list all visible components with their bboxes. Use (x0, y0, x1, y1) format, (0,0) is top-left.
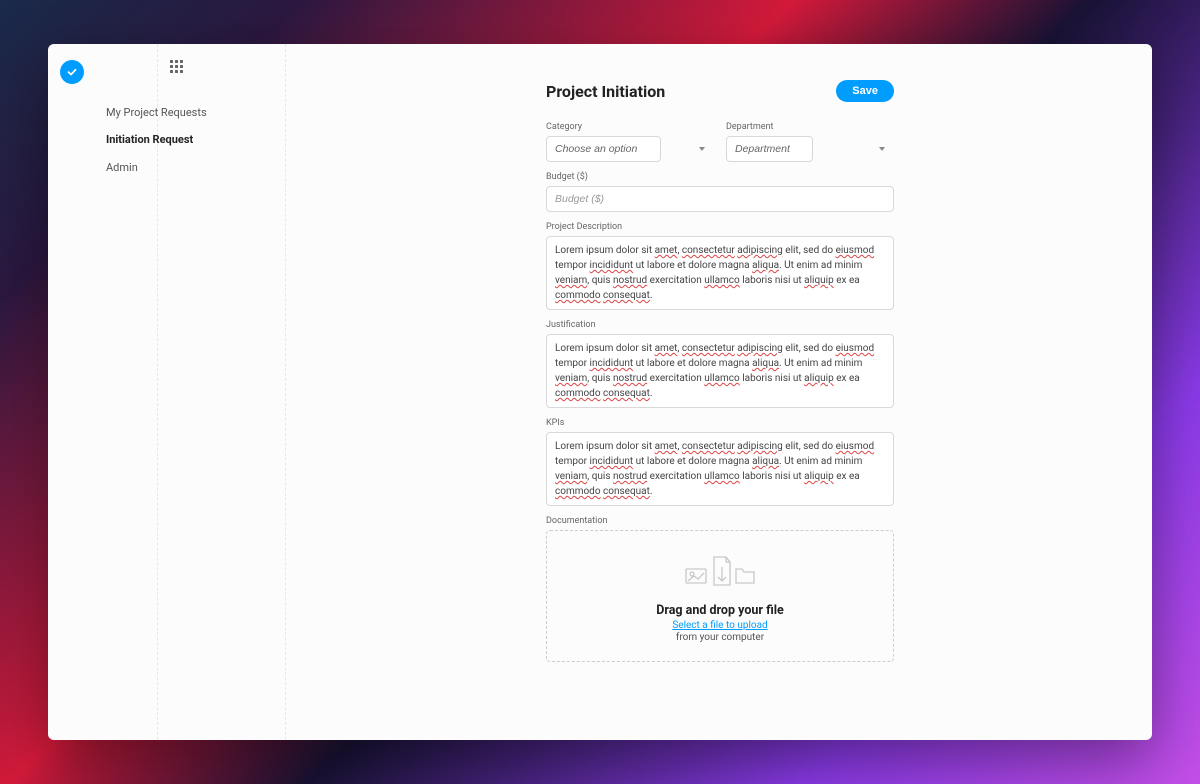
department-label: Department (726, 122, 894, 132)
category-label: Category (546, 122, 714, 132)
dropzone-select-link[interactable]: Select a file to upload (672, 620, 767, 631)
app-window: My Project Requests Initiation Request A… (48, 44, 1152, 740)
save-button[interactable]: Save (836, 80, 894, 102)
file-dropzone[interactable]: Drag and drop your file Select a file to… (546, 530, 894, 662)
form-header: Project Initiation Save (546, 80, 894, 102)
justification-label: Justification (546, 320, 894, 330)
budget-label: Budget ($) (546, 172, 894, 182)
form-container: Project Initiation Save Category Choose … (546, 80, 894, 662)
description-textarea[interactable]: Lorem ipsum dolor sit amet, consectetur … (546, 236, 894, 310)
dropzone-title: Drag and drop your file (656, 603, 784, 618)
nav-admin[interactable]: Admin (106, 154, 285, 181)
department-select[interactable]: Department (726, 136, 813, 162)
main-content: Project Initiation Save Category Choose … (286, 44, 1152, 740)
check-icon (66, 66, 78, 78)
documentation-label: Documentation (546, 516, 894, 526)
app-logo[interactable] (60, 60, 84, 84)
kpis-textarea[interactable]: Lorem ipsum dolor sit amet, consectetur … (546, 432, 894, 506)
category-select[interactable]: Choose an option (546, 136, 661, 162)
page-title: Project Initiation (546, 82, 665, 101)
description-label: Project Description (546, 222, 894, 232)
dropzone-subtext: from your computer (676, 632, 764, 643)
budget-input[interactable] (546, 186, 894, 212)
nav-initiation-request[interactable]: Initiation Request (106, 126, 285, 153)
kpis-label: KPIs (546, 418, 894, 428)
justification-textarea[interactable]: Lorem ipsum dolor sit amet, consectetur … (546, 334, 894, 408)
file-upload-icon (684, 551, 756, 591)
sidebar-nav: My Project Requests Initiation Request A… (158, 44, 286, 740)
nav-my-project-requests[interactable]: My Project Requests (106, 99, 285, 126)
apps-grid-icon[interactable] (170, 60, 285, 73)
